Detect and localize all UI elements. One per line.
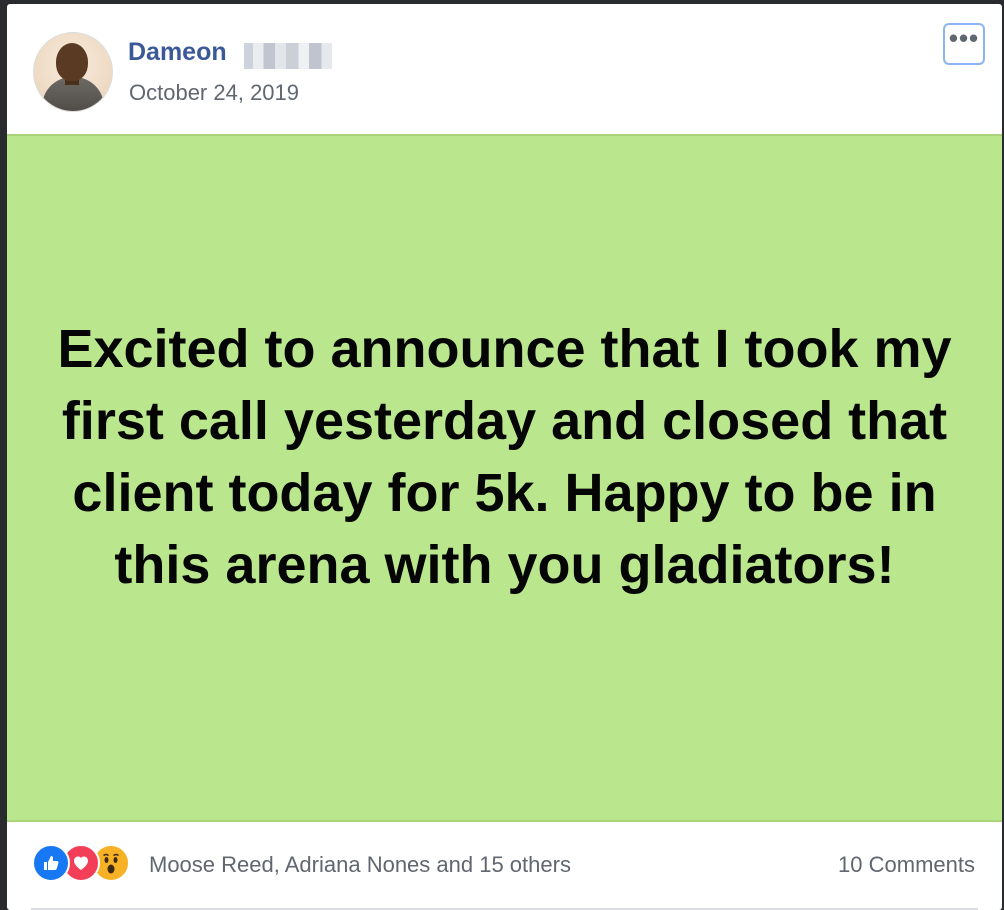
post-footer: Moose Reed, Adriana Nones and 15 others … <box>7 822 1002 910</box>
reaction-names[interactable]: Moose Reed, Adriana Nones and 15 others <box>149 852 571 878</box>
post-content-background: Excited to announce that I took my first… <box>7 134 1002 822</box>
post-timestamp[interactable]: October 24, 2019 <box>129 80 299 106</box>
post-text: Excited to announce that I took my first… <box>57 319 952 595</box>
more-options-button[interactable]: ••• <box>943 23 985 65</box>
avatar-head <box>56 43 88 81</box>
like-icon <box>32 844 70 882</box>
more-options-icon: ••• <box>948 23 980 53</box>
post-card: Dameon October 24, 2019 ••• Excited to a… <box>7 4 1002 910</box>
name-redaction <box>244 43 332 69</box>
post-header: Dameon October 24, 2019 ••• <box>7 4 1002 134</box>
author-avatar[interactable] <box>33 32 113 112</box>
window-frame: Dameon October 24, 2019 ••• Excited to a… <box>0 0 1004 910</box>
comments-count[interactable]: 10 Comments <box>838 852 975 878</box>
reaction-icons[interactable] <box>32 844 130 882</box>
author-name[interactable]: Dameon <box>128 38 227 67</box>
